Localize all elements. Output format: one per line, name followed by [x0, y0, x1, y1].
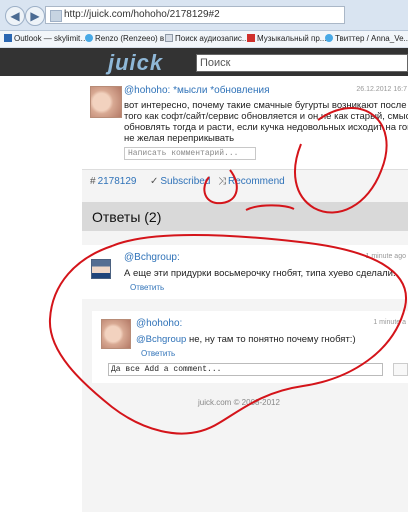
twitter-icon [325, 34, 333, 42]
post-id-link[interactable]: #2178129 [90, 176, 137, 187]
bookmark-label: Твиттер / Anna_Ve... [335, 34, 408, 43]
post-meta: #2178129 ✓ Subscribed ⤨ Recommend [82, 169, 408, 195]
bookmark-label: Outlook — skylimit… [14, 34, 89, 43]
reply-button[interactable]: Ответить [141, 349, 175, 358]
hash-icon: # [90, 176, 96, 187]
avatar[interactable] [90, 86, 122, 118]
bookmarks-bar: Outlook — skylimit… Renzo (Renzeeo) в ..… [0, 31, 408, 48]
reply-card: @hohoho: 1 minute a @Bchgroup не, ну там… [92, 311, 408, 383]
back-button[interactable]: ◀ [5, 6, 25, 26]
post-text-line: не желая переприкывать [124, 133, 235, 143]
answers-header: Ответы (2) [82, 202, 408, 231]
reply-time: 1 minute a [373, 319, 406, 326]
answers-title: Ответы (2) [92, 209, 162, 225]
bookmark-audio-search[interactable]: Поиск аудиозапис... [165, 34, 249, 43]
site-icon [50, 10, 62, 22]
post-text-line: вот интересно, почему такие смачные бугу… [124, 100, 407, 111]
reply-button[interactable]: Ответить [130, 283, 164, 292]
avatar[interactable] [101, 319, 131, 349]
mention-link[interactable]: @Bchgroup [136, 334, 186, 345]
red-icon [247, 34, 255, 42]
bookmark-music[interactable]: Музыкальный пр... [247, 34, 326, 43]
comment-input[interactable]: Написать комментарий... [124, 147, 256, 160]
outlook-icon [4, 34, 12, 42]
reply-text-body: не, ну там то понятно почему гнобят:) [186, 334, 356, 345]
reply-card: @Bchgroup: 1 minute ago А еще эти придур… [82, 245, 408, 299]
check-icon: ✓ [150, 176, 159, 187]
browser-toolbar: ◀ ▶ http://juick.com/hohoho/2178129#2 [0, 0, 408, 31]
reply-text: @Bchgroup не, ну там то понятно почему г… [136, 334, 356, 345]
author-link[interactable]: @hohoho: [124, 85, 170, 96]
share-icon: ⤨ [218, 176, 226, 187]
post-tags[interactable]: *мысли *обновления [173, 85, 269, 96]
recommend-label: Recommend [228, 176, 285, 187]
site-header: juick Поиск [0, 48, 408, 76]
subscribed-link[interactable]: ✓ Subscribed [150, 176, 210, 187]
bookmark-label: Renzo (Renzeeo) в ... [95, 34, 174, 43]
twitter-icon [85, 34, 93, 42]
bookmark-twitter[interactable]: Твиттер / Anna_Ve... [325, 34, 408, 43]
post-header: @hohoho: *мысли *обновления [124, 85, 270, 96]
subscribed-label: Subscribed [160, 176, 211, 187]
reply-author[interactable]: @Bchgroup: [124, 252, 180, 263]
bookmark-renzo[interactable]: Renzo (Renzeeo) в ... [85, 34, 173, 43]
footer-copyright: juick.com © 2008-2012 [198, 398, 280, 407]
bookmark-label: Поиск аудиозапис... [175, 34, 249, 43]
reply-input[interactable]: Да все Add a comment... [108, 363, 383, 376]
avatar[interactable] [91, 259, 111, 279]
post-text-line: обновлять тогда и расти, если кучка недо… [124, 122, 408, 133]
post: @hohoho: *мысли *обновления 26.12.2012 1… [82, 76, 408, 169]
reply-author[interactable]: @hohoho: [136, 318, 182, 329]
document-icon [165, 34, 173, 42]
bookmark-outlook[interactable]: Outlook — skylimit… [4, 34, 88, 43]
forward-button[interactable]: ▶ [25, 6, 45, 26]
post-text: вот интересно, почему такие смачные бугу… [124, 100, 408, 143]
reply-text: А еще эти придурки восьмерочку гнобят, т… [124, 268, 396, 279]
recommend-link[interactable]: ⤨ Recommend [218, 176, 285, 187]
post-time: 26.12.2012 16:7 [356, 86, 407, 93]
post-text-line: того как софт/сайт/сервис обновляется и … [124, 111, 408, 122]
juick-logo[interactable]: juick [108, 50, 163, 76]
bookmark-label: Музыкальный пр... [257, 34, 327, 43]
post-id: 2178129 [97, 176, 137, 187]
address-url: http://juick.com/hohoho/2178129#2 [64, 9, 220, 20]
address-bar[interactable]: http://juick.com/hohoho/2178129#2 [45, 6, 345, 24]
reply-side-button[interactable] [393, 363, 408, 376]
search-input[interactable]: Поиск [196, 54, 408, 72]
reply-time: 1 minute ago [365, 253, 406, 260]
